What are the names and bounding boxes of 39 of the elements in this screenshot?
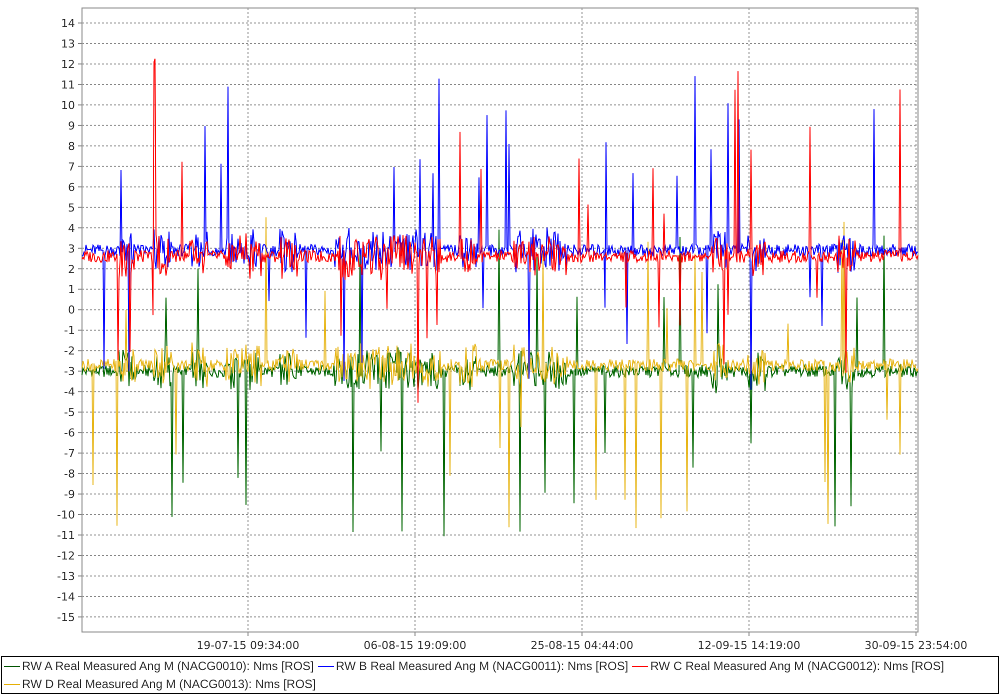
y-tick-label: -7 xyxy=(64,447,75,460)
y-tick-label: 12 xyxy=(61,58,75,71)
y-tick-label: 5 xyxy=(68,201,75,214)
y-tick-label: -10 xyxy=(57,508,75,522)
y-tick-label: -4 xyxy=(64,386,75,399)
y-tick-label: -2 xyxy=(64,344,75,358)
y-tick-label: 4 xyxy=(68,222,75,235)
y-tick-label: 13 xyxy=(61,37,75,50)
y-tick-label: -1 xyxy=(64,324,75,338)
x-tick-label: 19-07-15 09:34:00 xyxy=(196,639,300,652)
y-tick-label: 9 xyxy=(68,119,75,132)
y-tick-label: -14 xyxy=(57,590,75,604)
y-tick-label: 3 xyxy=(68,242,75,256)
y-tick-label: -8 xyxy=(64,468,75,481)
legend-label: RW D Real Measured Ang M (NACG0013): Nms [ROS] xyxy=(22,677,316,691)
y-tick-label: 6 xyxy=(68,180,75,194)
y-tick-label: 1 xyxy=(68,283,75,296)
legend-label: RW A Real Measured Ang M (NACG0010): Nms [ROS] xyxy=(22,659,314,673)
y-tick-label: 2 xyxy=(68,262,75,276)
y-tick-label: -15 xyxy=(57,610,75,624)
y-tick-label: 8 xyxy=(68,140,75,153)
y-tick-label: -9 xyxy=(64,488,75,502)
x-tick-label: 30-09-15 23:54:00 xyxy=(864,639,968,652)
x-tick-label: 06-08-15 19:09:00 xyxy=(364,639,466,652)
y-tick-label: 11 xyxy=(61,78,75,92)
legend-label: RW B Real Measured Ang M (NACG0011): Nms [ROS] xyxy=(336,659,628,673)
legend-label: RW C Real Measured Ang M (NACG0012): Nms [ROS] xyxy=(650,659,944,673)
y-tick-label: 14 xyxy=(61,17,75,30)
y-tick-label: -13 xyxy=(57,570,75,583)
y-tick-label: 0 xyxy=(68,304,75,317)
y-tick-label: -3 xyxy=(64,365,75,378)
y-tick-label: -5 xyxy=(64,406,75,420)
y-tick-label: -12 xyxy=(57,549,75,562)
x-tick-label: 12-09-15 14:19:00 xyxy=(698,639,800,652)
y-tick-label: -6 xyxy=(64,426,75,440)
y-tick-label: 10 xyxy=(61,98,75,112)
y-tick-label: 7 xyxy=(68,160,75,174)
x-tick-label: 25-08-15 04:44:00 xyxy=(530,639,634,652)
y-tick-label: -11 xyxy=(57,529,75,542)
